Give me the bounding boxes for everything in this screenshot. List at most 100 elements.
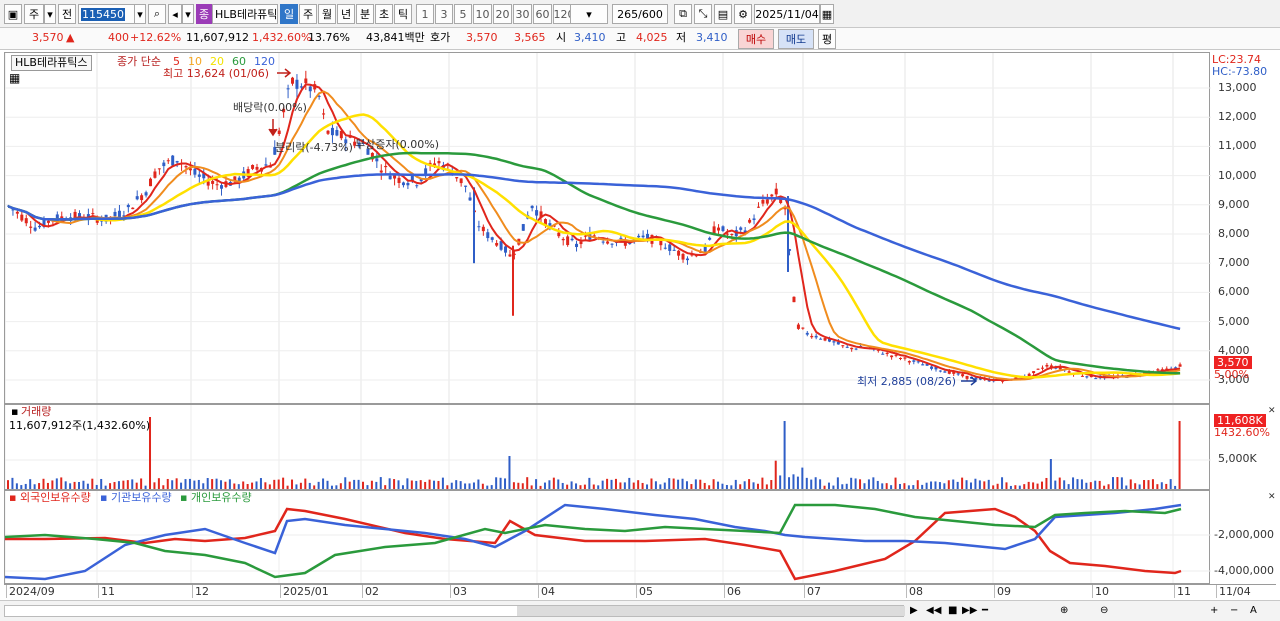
code-input[interactable]: 115450	[78, 4, 136, 24]
code-dropdown-icon[interactable]: ▾	[134, 4, 146, 24]
volume-bar	[455, 480, 458, 489]
volume-bar	[561, 482, 564, 489]
count-input[interactable]: 265/600	[612, 4, 668, 24]
tab-주[interactable]: 주	[299, 4, 317, 24]
holdings-legend-item[interactable]: ▪ 개인보유수량	[180, 491, 252, 505]
interval-30[interactable]: 30	[513, 4, 532, 24]
candle-body	[157, 168, 161, 170]
interval-60[interactable]: 60	[533, 4, 552, 24]
candle-body	[322, 113, 326, 115]
volume-bar	[264, 482, 267, 489]
scrollbar-thumb[interactable]	[517, 606, 905, 616]
candle-icon[interactable]: ⧉	[674, 4, 692, 24]
candle-body	[641, 235, 645, 238]
volume-bar	[117, 481, 120, 489]
prev-button[interactable]: 전	[58, 4, 76, 24]
period-char-select[interactable]: 주	[24, 4, 44, 24]
volume-bar	[326, 480, 329, 489]
candle-body	[819, 338, 823, 340]
search-icon[interactable]: ⌕	[148, 4, 166, 24]
play-icon[interactable]: ▶	[910, 604, 918, 618]
ma-legend-60[interactable]: 60	[232, 55, 246, 69]
tab-분[interactable]: 분	[356, 4, 374, 24]
candle-body	[388, 175, 392, 180]
calendar-icon[interactable]: ▦	[820, 4, 834, 24]
date-input[interactable]: 2025/11/04	[754, 4, 820, 24]
buy-button[interactable]: 매수	[738, 29, 774, 49]
volume-bar	[592, 484, 595, 489]
volume-bar	[663, 482, 666, 489]
volume-bar	[157, 478, 160, 489]
candle-body	[765, 199, 769, 204]
volume-title: 거래량	[21, 405, 52, 418]
save-icon[interactable]: ▤	[714, 4, 732, 24]
volume-bar	[1067, 484, 1070, 489]
tab-틱[interactable]: 틱	[394, 4, 412, 24]
candle-body	[668, 244, 672, 251]
volume-bar	[91, 478, 94, 489]
forward-icon[interactable]: ▶▶	[962, 604, 977, 618]
rewind-icon[interactable]: ◀◀	[926, 604, 941, 618]
volume-bar	[912, 485, 915, 489]
ma-legend-5[interactable]: 5	[173, 55, 180, 69]
holdings-legend-item[interactable]: ▪ 기관보유수량	[100, 491, 172, 505]
eval-button[interactable]: 평	[818, 29, 836, 49]
ma-legend-20[interactable]: 20	[210, 55, 224, 69]
volume-bar	[233, 483, 236, 489]
x-tick: 08	[906, 585, 923, 598]
zoom-out-icon[interactable]: ⊖	[1100, 604, 1108, 618]
candle-body	[894, 354, 898, 356]
price-tick: 6,000	[1218, 285, 1250, 299]
volume-bar	[490, 485, 493, 489]
candle-body	[575, 243, 579, 248]
sell-button[interactable]: 매도	[778, 29, 814, 49]
tab-초[interactable]: 초	[375, 4, 393, 24]
draw-tool-icon[interactable]: ⤡	[694, 4, 712, 24]
volume-bar	[739, 484, 742, 489]
speaker-menu-icon[interactable]: ▾	[182, 4, 194, 24]
candle-body	[126, 204, 130, 208]
volume-bar	[566, 484, 569, 489]
window-icon[interactable]: ▣	[4, 4, 22, 24]
interval-dropdown[interactable]: ▾	[570, 4, 608, 24]
plus-icon[interactable]: +	[1210, 604, 1218, 618]
chevron-down-icon[interactable]: ▾	[44, 4, 56, 24]
interval-1[interactable]: 1	[416, 4, 434, 24]
gear-icon[interactable]: ⚙	[734, 4, 752, 24]
ma-legend-10[interactable]: 10	[188, 55, 202, 69]
volume-bar	[699, 479, 702, 489]
price-tick: 5,000	[1218, 314, 1250, 328]
close-icon[interactable]: ✕	[1268, 406, 1276, 416]
close-icon[interactable]: ✕	[1268, 492, 1276, 502]
volume-bar	[827, 482, 830, 489]
interval-3[interactable]: 3	[435, 4, 453, 24]
tab-년[interactable]: 년	[337, 4, 355, 24]
candle-body	[91, 213, 95, 215]
turnover: 13.76%	[308, 31, 350, 44]
scrollbar[interactable]	[4, 605, 905, 617]
volume-bar	[646, 484, 649, 489]
tab-월[interactable]: 월	[318, 4, 336, 24]
table-icon[interactable]: ▦	[9, 71, 20, 85]
candle-body	[823, 338, 827, 341]
tab-일[interactable]: 일	[280, 4, 298, 24]
holdings-legend-item[interactable]: ▪ 외국인보유수량	[9, 491, 91, 505]
font-icon[interactable]: A	[1250, 604, 1257, 618]
volume-bar	[1080, 479, 1083, 489]
ma-legend-120[interactable]: 120	[254, 55, 275, 69]
zoom-in-icon[interactable]: ⊕	[1060, 604, 1068, 618]
volume-bar	[1058, 477, 1061, 489]
last-pct: 5.00%	[1214, 368, 1249, 381]
interval-5[interactable]: 5	[454, 4, 472, 24]
speaker-icon[interactable]: ◂	[168, 4, 182, 24]
interval-10[interactable]: 10	[473, 4, 492, 24]
volume-bar	[717, 481, 720, 489]
minus-icon[interactable]: −	[1230, 604, 1238, 618]
stop-icon[interactable]: ■	[948, 604, 957, 618]
ma-label: 종가 단순	[117, 55, 161, 68]
slider-icon[interactable]: ━	[982, 604, 988, 618]
interval-20[interactable]: 20	[493, 4, 512, 24]
volume-bar	[1151, 479, 1154, 489]
candle-body	[437, 161, 441, 164]
volume-bar	[1111, 477, 1114, 489]
